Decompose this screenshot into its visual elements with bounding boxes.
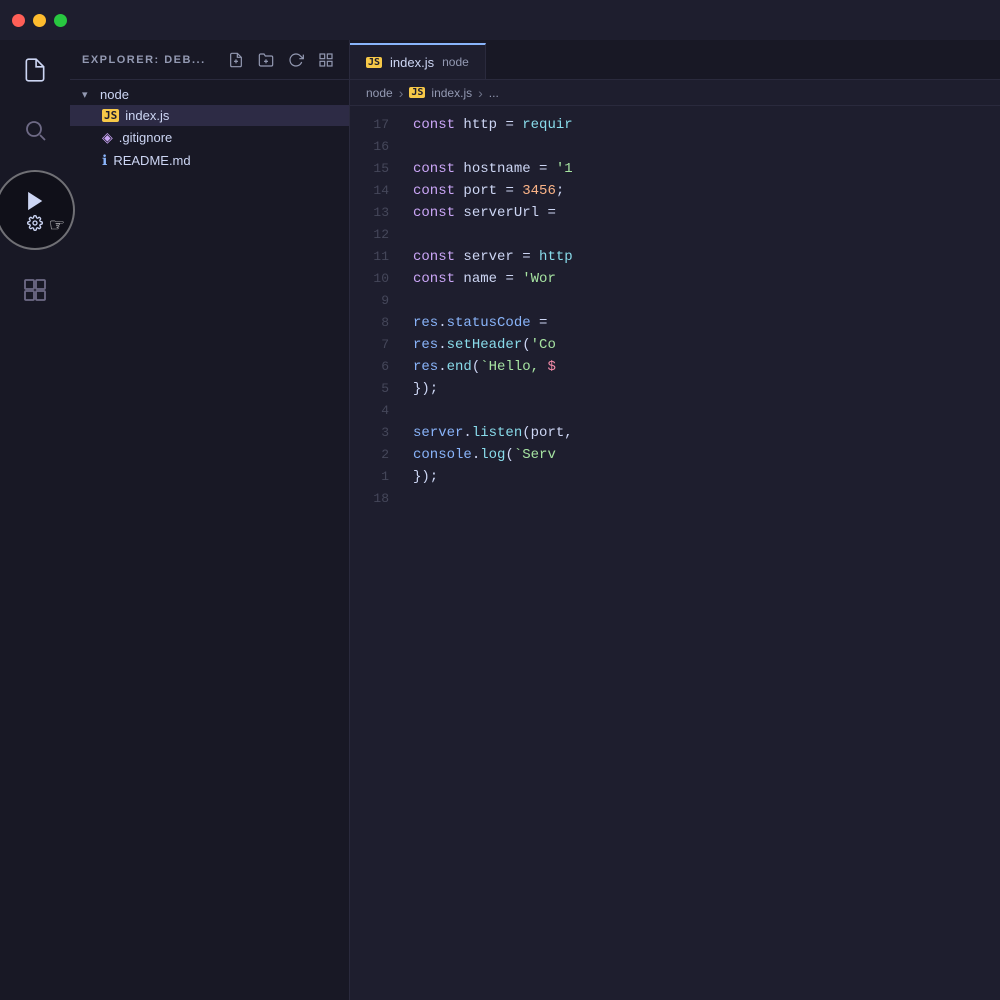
line-num-5: 5 [381, 378, 389, 400]
tab-filename: index.js [390, 55, 434, 70]
tab-bar: JS index.js node [350, 40, 1000, 80]
folder-name: node [100, 87, 129, 102]
editor-area: JS index.js node node › JS index.js › ..… [350, 40, 1000, 1000]
file-gitignore[interactable]: ◈ .gitignore [70, 126, 349, 149]
code-line-13: const serverUrl = [413, 202, 1000, 224]
code-line-18 [413, 488, 1000, 510]
app-container: ☞ EXPLORER: DEB... [0, 40, 1000, 1000]
refresh-button[interactable] [285, 49, 307, 71]
line-num-1: 1 [381, 466, 389, 488]
sidebar-actions [225, 49, 337, 71]
titlebar [0, 0, 1000, 40]
line-num-6: 6 [381, 356, 389, 378]
breadcrumb-filename: index.js [431, 86, 472, 100]
code-editor[interactable]: 17 16 15 14 13 12 11 10 9 8 7 6 5 4 3 2 … [350, 106, 1000, 1000]
line-num-16: 16 [373, 136, 389, 158]
sidebar: EXPLORER: DEB... [70, 40, 350, 1000]
line-num-13: 13 [373, 202, 389, 224]
code-line-2: console.log(`Serv [413, 444, 1000, 466]
code-line-12 [413, 224, 1000, 246]
line-numbers: 17 16 15 14 13 12 11 10 9 8 7 6 5 4 3 2 … [350, 106, 405, 1000]
traffic-lights [12, 14, 67, 27]
code-line-11: const server = http [413, 246, 1000, 268]
breadcrumb-js-icon: JS [409, 87, 425, 98]
collapse-button[interactable] [315, 49, 337, 71]
code-line-9 [413, 290, 1000, 312]
code-line-1: }); [413, 466, 1000, 488]
line-num-8: 8 [381, 312, 389, 334]
sidebar-header: EXPLORER: DEB... [70, 40, 349, 80]
filename-readme: README.md [113, 153, 190, 168]
line-num-15: 15 [373, 158, 389, 180]
sidebar-item-explorer[interactable] [15, 50, 55, 90]
filename-gitignore: .gitignore [119, 130, 172, 145]
run-debug-section: ☞ [0, 170, 70, 250]
breadcrumb-node: node [366, 86, 393, 100]
new-folder-button[interactable] [255, 49, 277, 71]
line-num-17: 17 [373, 114, 389, 136]
sidebar-title: EXPLORER: DEB... [82, 54, 213, 66]
minimize-button[interactable] [33, 14, 46, 27]
filename-index-js: index.js [125, 108, 169, 123]
code-line-17: const http = requir [413, 114, 1000, 136]
sidebar-item-search[interactable] [15, 110, 55, 150]
git-file-icon: ◈ [102, 129, 113, 146]
new-file-button[interactable] [225, 49, 247, 71]
cursor-hand-icon: ☞ [49, 215, 65, 236]
folder-node[interactable]: ▾ node [70, 84, 349, 105]
file-tree: ▾ node JS index.js ◈ .gitignore ℹ README… [70, 80, 349, 1000]
run-debug-circle[interactable]: ☞ [0, 170, 75, 250]
tab-index-js[interactable]: JS index.js node [350, 43, 486, 79]
line-num-4: 4 [381, 400, 389, 422]
code-line-16 [413, 136, 1000, 158]
sidebar-item-extensions[interactable] [15, 270, 55, 310]
close-button[interactable] [12, 14, 25, 27]
breadcrumb: node › JS index.js › ... [350, 80, 1000, 106]
breadcrumb-sep-1: › [399, 85, 404, 101]
code-line-7: res.setHeader('Co [413, 334, 1000, 356]
maximize-button[interactable] [54, 14, 67, 27]
folder-arrow-icon: ▾ [82, 88, 94, 101]
code-line-15: const hostname = '1 [413, 158, 1000, 180]
line-num-11: 11 [373, 246, 389, 268]
code-line-5: }); [413, 378, 1000, 400]
line-num-12: 12 [373, 224, 389, 246]
code-line-4 [413, 400, 1000, 422]
file-index-js[interactable]: JS index.js [70, 105, 349, 126]
code-line-6: res.end(`Hello, $ [413, 356, 1000, 378]
code-line-3: server.listen(port, [413, 422, 1000, 444]
line-num-14: 14 [373, 180, 389, 202]
code-line-14: const port = 3456; [413, 180, 1000, 202]
activity-bar: ☞ [0, 40, 70, 1000]
line-num-9: 9 [381, 290, 389, 312]
line-num-10: 10 [373, 268, 389, 290]
code-line-8: res.statusCode = [413, 312, 1000, 334]
code-line-10: const name = 'Wor [413, 268, 1000, 290]
js-file-icon: JS [102, 109, 119, 122]
line-num-7: 7 [381, 334, 389, 356]
breadcrumb-ellipsis: ... [489, 86, 499, 100]
line-num-18: 18 [373, 488, 389, 510]
run-debug-inner [24, 190, 46, 231]
file-readme[interactable]: ℹ README.md [70, 149, 349, 172]
info-file-icon: ℹ [102, 152, 107, 169]
breadcrumb-sep-2: › [478, 85, 483, 101]
code-content: const http = requir const hostname = '1 … [405, 106, 1000, 1000]
tab-context: node [442, 55, 469, 69]
line-num-3: 3 [381, 422, 389, 444]
line-num-2: 2 [381, 444, 389, 466]
tab-js-icon: JS [366, 57, 382, 68]
